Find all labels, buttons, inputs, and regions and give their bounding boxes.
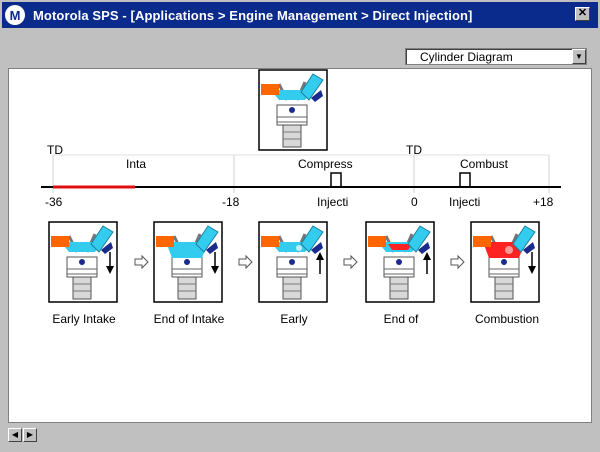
tick-label: -18 xyxy=(222,195,240,209)
phase-label-intake: Inta xyxy=(126,157,147,171)
tick-label: +18 xyxy=(533,195,554,209)
phase-label-compression: Compress xyxy=(298,157,353,171)
tick-label: Injecti xyxy=(317,195,349,209)
toolbar xyxy=(2,28,598,45)
tick-label: 0 xyxy=(411,195,418,209)
td-label: TD xyxy=(406,143,422,157)
tick-label: Injecti xyxy=(449,195,481,209)
td-label: TD xyxy=(47,143,63,157)
stage-image-4 xyxy=(364,220,436,304)
injection-pulse-2 xyxy=(454,172,476,188)
horizontal-scrollbar[interactable]: ◀ ▶ xyxy=(8,428,592,444)
step-arrow-icon xyxy=(343,255,358,269)
title-bar: M Motorola SPS - [Applications > Engine … xyxy=(2,2,598,28)
window-title: Motorola SPS - [Applications > Engine Ma… xyxy=(33,7,473,23)
stage-image-1 xyxy=(47,220,119,304)
step-arrow-icon xyxy=(238,255,253,269)
motorola-logo-icon: M xyxy=(5,5,25,25)
chevron-down-icon[interactable]: ▼ xyxy=(572,49,586,64)
tick-label: -36 xyxy=(45,195,63,209)
stage-caption: Combustion xyxy=(474,312,540,326)
stage-image-5 xyxy=(469,220,541,304)
stage-caption: Early Intake xyxy=(52,312,116,326)
stage-caption: Early xyxy=(280,312,308,326)
view-select-value: Cylinder Diagram xyxy=(420,50,513,64)
injection-pulse-1 xyxy=(325,172,347,188)
stage-caption: End of xyxy=(383,312,419,326)
scroll-left-icon[interactable]: ◀ xyxy=(8,428,22,442)
reference-cylinder-icon xyxy=(257,68,329,152)
diagram-canvas xyxy=(41,68,561,304)
step-arrow-icon xyxy=(134,255,149,269)
scroll-right-icon[interactable]: ▶ xyxy=(23,428,37,442)
diagram-panel: TD TD Inta Compress Combust -36 -18 Inje… xyxy=(8,68,592,423)
view-select[interactable]: Cylinder Diagram ▼ xyxy=(405,48,587,65)
stage-image-2 xyxy=(152,220,224,304)
close-button[interactable]: ✕ xyxy=(575,7,590,21)
step-arrow-icon xyxy=(450,255,465,269)
stage-image-3 xyxy=(257,220,329,304)
stage-caption: End of Intake xyxy=(153,312,225,326)
phase-label-combustion: Combust xyxy=(460,157,509,171)
